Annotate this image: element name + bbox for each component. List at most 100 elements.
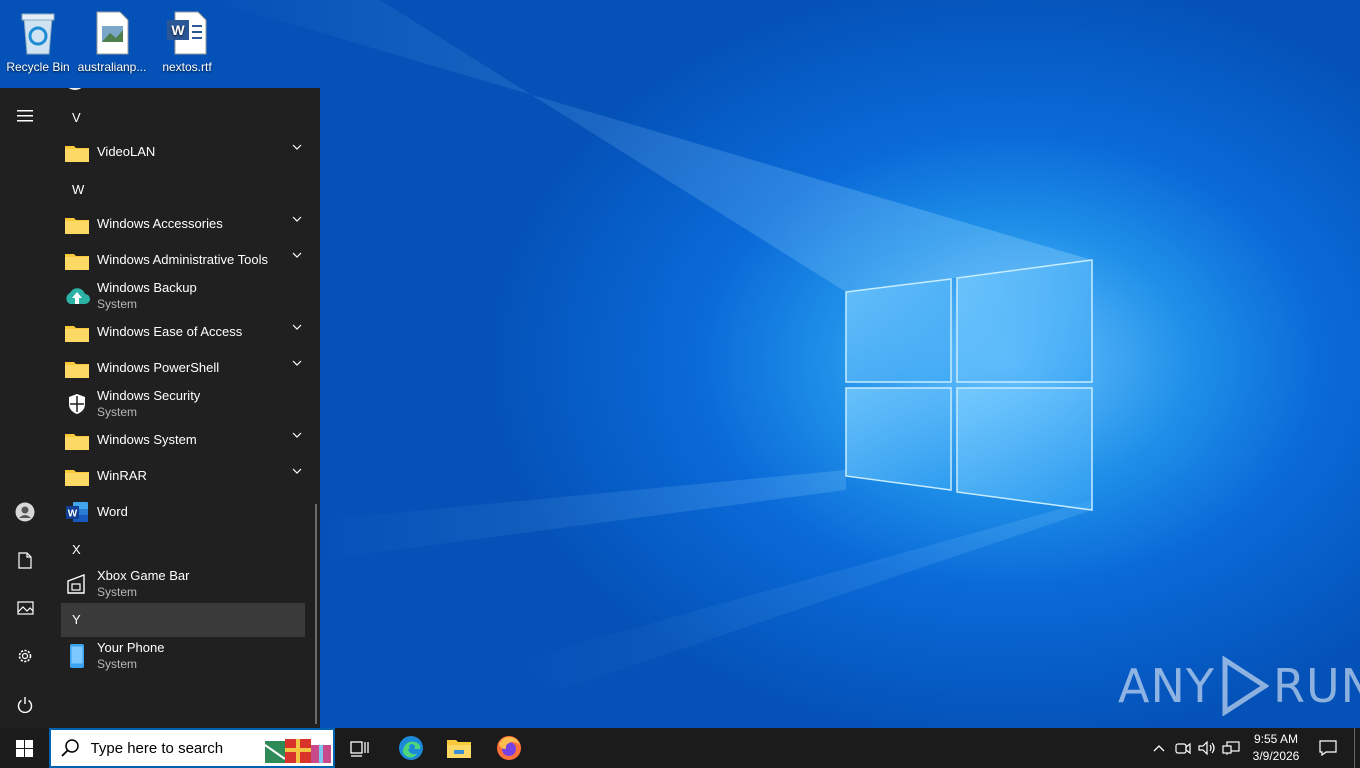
app-list: V VideoLAN W Windows Accessories Windows…: [50, 88, 320, 728]
item-label: Windows Backup: [97, 280, 197, 295]
chevron-down-icon: [292, 216, 302, 222]
section-letter-w[interactable]: W: [61, 173, 305, 207]
item-label: Windows PowerShell: [97, 360, 220, 375]
start-button[interactable]: [0, 728, 48, 768]
folder-icon: [62, 354, 92, 382]
item-subtitle: System: [97, 585, 138, 599]
folder-winrar[interactable]: WinRAR: [61, 458, 305, 494]
action-center-button[interactable]: [1314, 728, 1342, 768]
app-windows-backup[interactable]: Windows Backup System: [61, 278, 305, 314]
app-list-scrollbar[interactable]: [315, 504, 317, 724]
folder-windows-powershell[interactable]: Windows PowerShell: [61, 350, 305, 386]
item-text: Xbox Game Bar System: [97, 568, 190, 600]
section-letter-y[interactable]: Y: [61, 603, 305, 637]
volume-icon[interactable]: [1196, 728, 1218, 768]
documents-icon[interactable]: [0, 538, 50, 582]
app-word[interactable]: W Word: [61, 494, 305, 530]
taskbar: 9:55 AM 3/9/2026: [0, 728, 1360, 768]
recycle-bin-icon: [14, 8, 62, 58]
xbox-game-bar-icon: [62, 570, 92, 598]
desktop-icon-label: nextos.rtf: [162, 60, 212, 74]
file-explorer-icon: [447, 740, 471, 758]
item-label: Word: [97, 504, 128, 519]
folder-icon: [62, 210, 92, 238]
task-view-button[interactable]: [336, 728, 384, 768]
folder-icon: [62, 246, 92, 274]
item-text: Your Phone System: [97, 640, 164, 672]
section-letter-v[interactable]: V: [61, 101, 305, 135]
chevron-down-icon: [292, 324, 302, 330]
power-icon[interactable]: [0, 682, 50, 726]
phone-icon: [62, 642, 92, 670]
start-menu-rail: [0, 88, 50, 728]
app-your-phone[interactable]: Your Phone System: [61, 638, 305, 674]
user-account-icon[interactable]: [0, 490, 50, 534]
item-label: Windows Security: [97, 388, 201, 403]
item-label: WinRAR: [97, 468, 147, 483]
anyrun-watermark: ANY RUN: [1118, 656, 1360, 716]
file-explorer-taskbar-button[interactable]: [435, 728, 483, 768]
clock-date: 3/9/2026: [1252, 749, 1300, 763]
desktop-icon-australianp[interactable]: australianp...: [74, 4, 150, 74]
chevron-down-icon: [292, 360, 302, 366]
windows-logo-icon: [15, 739, 33, 757]
play-logo-icon: [1222, 656, 1269, 716]
item-label: Windows Ease of Access: [97, 324, 243, 339]
folder-windows-ease-of-access[interactable]: Windows Ease of Access: [61, 314, 305, 350]
chevron-down-icon: [292, 252, 302, 258]
desktop-icon-recycle-bin[interactable]: Recycle Bin: [0, 4, 76, 74]
show-desktop-button[interactable]: [1354, 728, 1355, 768]
system-clock[interactable]: 9:55 AM 3/9/2026: [1246, 731, 1306, 765]
item-text: Windows Backup System: [97, 280, 197, 312]
taskbar-search-box[interactable]: [49, 728, 335, 768]
folder-windows-system[interactable]: Windows System: [61, 422, 305, 458]
chevron-down-icon: [292, 468, 302, 474]
item-subtitle: System: [97, 297, 138, 311]
folder-videolan[interactable]: VideoLAN: [61, 134, 305, 170]
start-menu: V VideoLAN W Windows Accessories Windows…: [0, 88, 320, 728]
desktop-icon-label: Recycle Bin: [6, 60, 70, 74]
folder-windows-administrative-tools[interactable]: Windows Administrative Tools: [61, 242, 305, 278]
meet-now-icon[interactable]: [1172, 728, 1194, 768]
folder-icon: [62, 462, 92, 490]
folder-icon: [62, 426, 92, 454]
firefox-taskbar-button[interactable]: [485, 728, 533, 768]
item-label: Your Phone: [97, 640, 165, 655]
app-windows-security[interactable]: Windows Security System: [61, 386, 305, 422]
desktop-icon-label: australianp...: [77, 60, 147, 74]
item-subtitle: System: [97, 657, 138, 671]
cloud-backup-icon: [62, 282, 92, 310]
item-label: Windows Administrative Tools: [97, 252, 268, 267]
app-icon-partial: [64, 88, 86, 90]
watermark-text-right: RUN: [1272, 659, 1360, 713]
shield-icon: [62, 390, 92, 418]
network-icon[interactable]: [1220, 728, 1242, 768]
desktop-icon-nextos-rtf[interactable]: W nextos.rtf: [149, 4, 225, 74]
notification-icon: [1319, 740, 1337, 756]
chevron-down-icon: [292, 144, 302, 150]
svg-text:W: W: [68, 509, 78, 520]
search-icon: [61, 739, 79, 757]
settings-gear-icon[interactable]: [0, 634, 50, 678]
item-label: Windows Accessories: [97, 216, 223, 231]
edge-icon: [399, 736, 423, 760]
clock-time: 9:55 AM: [1253, 732, 1299, 746]
search-input[interactable]: [88, 738, 263, 758]
svg-text:W: W: [171, 22, 185, 38]
pictures-icon[interactable]: [0, 586, 50, 630]
folder-windows-accessories[interactable]: Windows Accessories: [61, 206, 305, 242]
word-document-icon: W: [163, 8, 211, 58]
chevron-down-icon: [292, 432, 302, 438]
folder-icon: [62, 318, 92, 346]
edge-taskbar-button[interactable]: [387, 728, 435, 768]
section-letter-x[interactable]: X: [61, 533, 305, 567]
app-xbox-game-bar[interactable]: Xbox Game Bar System: [61, 566, 305, 602]
item-label: Xbox Game Bar: [97, 568, 190, 583]
item-text: Windows Security System: [97, 388, 200, 420]
item-label: Windows System: [97, 432, 197, 447]
firefox-icon: [497, 736, 521, 760]
hamburger-menu-icon[interactable]: [0, 94, 50, 138]
show-hidden-icons-chevron[interactable]: [1148, 728, 1170, 768]
word-app-icon: W: [62, 498, 92, 526]
item-label: VideoLAN: [97, 144, 156, 159]
